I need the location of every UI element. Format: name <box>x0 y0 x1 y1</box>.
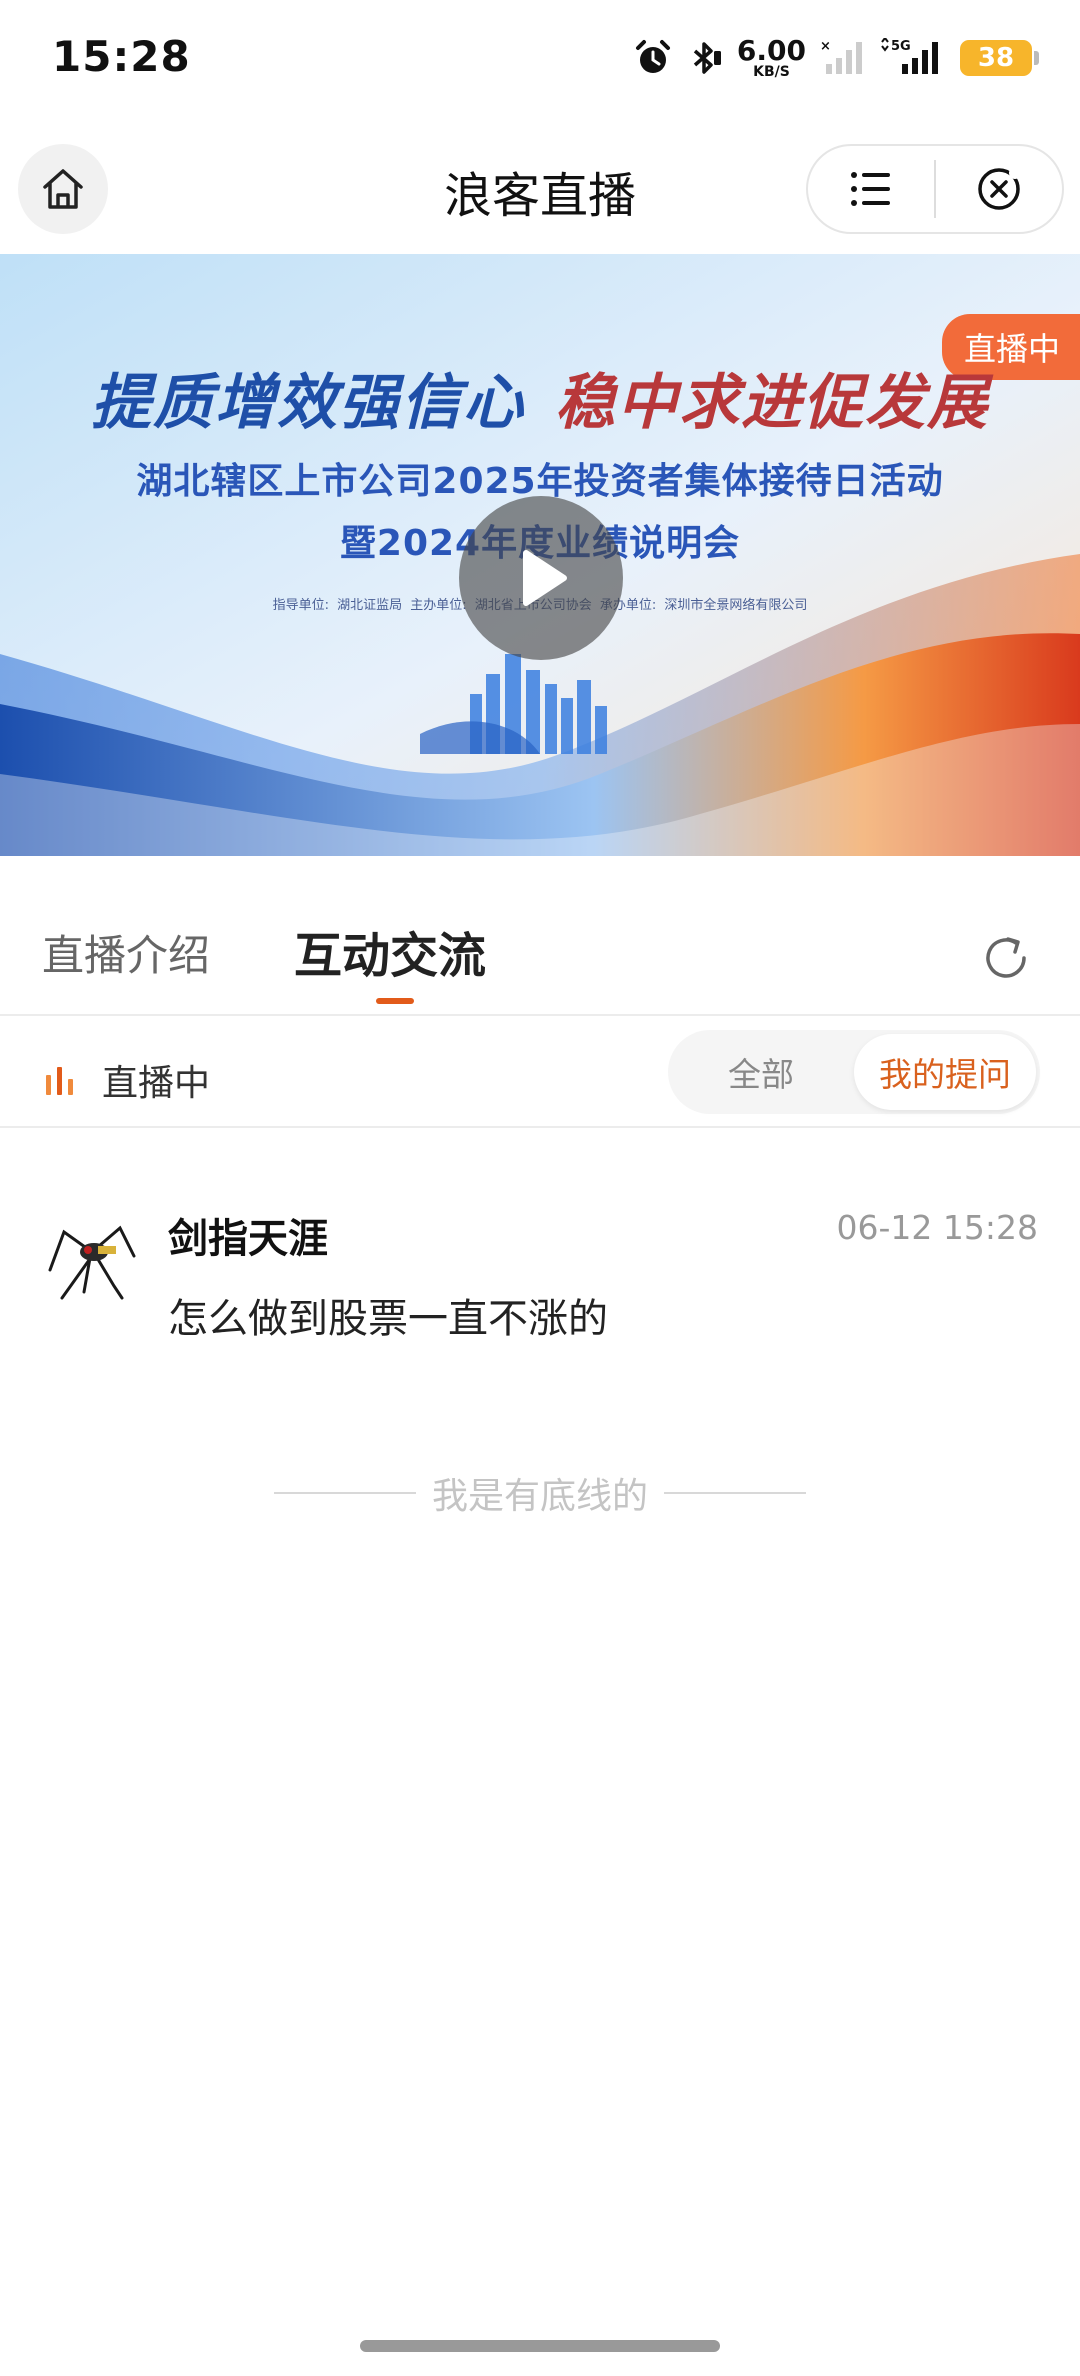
divider-left <box>273 1492 416 1494</box>
status-bar: 15:28 6.00 KB/S × 5G 38 <box>0 0 1080 118</box>
question-filter-segment: 全部 我的提问 <box>668 1030 1040 1114</box>
tab-live-intro[interactable]: 直播介绍 <box>42 922 210 983</box>
filter-all[interactable]: 全部 <box>668 1030 854 1114</box>
refresh-button[interactable] <box>976 928 1036 988</box>
message-timestamp: 06-12 15:28 <box>836 1208 1038 1247</box>
end-of-list-text: 我是有底线的 <box>431 1476 648 1517</box>
banner-slogan-part1: 提质增效强信心 <box>91 368 525 438</box>
battery-icon: 38 <box>960 40 1039 76</box>
end-of-list-divider: 我是有底线的 <box>0 1468 1080 1518</box>
filter-my-questions[interactable]: 我的提问 <box>854 1034 1036 1110</box>
list-icon <box>851 172 890 206</box>
close-circle-icon <box>978 167 1021 210</box>
nav-header: 浪客直播 <box>0 136 1080 240</box>
refresh-icon <box>986 937 1026 978</box>
list-item: 剑指天涯 06-12 15:28 怎么做到股票一直不涨的 <box>0 1186 1080 1346</box>
tab-interaction[interactable]: 互动交流 <box>294 916 486 986</box>
live-bars-icon <box>46 1067 73 1095</box>
message-username: 剑指天涯 <box>168 1216 328 1262</box>
live-video-banner[interactable]: 直播中 提质增效强信心 稳中求进促发展 湖北辖区上市公司2025年投资者集体接待日… <box>0 254 1080 856</box>
banner-slogan-part2: 稳中求进促发展 <box>555 368 989 438</box>
bluetooth-icon <box>693 42 721 74</box>
divider-right <box>664 1492 806 1494</box>
alarm-icon <box>635 40 670 73</box>
status-time: 15:28 <box>52 32 191 81</box>
capsule-menu <box>806 144 1064 234</box>
live-status: 直播中 <box>44 1054 210 1106</box>
svg-text:×: × <box>820 39 831 54</box>
network-label: 5G <box>891 39 911 54</box>
play-button[interactable] <box>459 496 623 660</box>
menu-button[interactable] <box>808 146 934 232</box>
message-text: 怎么做到股票一直不涨的 <box>168 1296 608 1342</box>
signal-5g-icon: 5G <box>881 38 938 74</box>
close-button[interactable] <box>936 146 1062 232</box>
network-speed-unit: KB/S <box>753 64 790 80</box>
content-tabs: 直播介绍 互动交流 <box>0 870 1080 1016</box>
status-icons: 6.00 KB/S × 5G 38 <box>633 30 1039 86</box>
home-indicator[interactable] <box>360 2340 720 2352</box>
network-speed: 6.00 KB/S <box>736 34 806 80</box>
banner-slogan: 提质增效强信心 稳中求进促发展 <box>0 354 1080 441</box>
battery-level: 38 <box>977 43 1015 73</box>
filter-row: 直播中 全部 我的提问 <box>0 1016 1080 1128</box>
signal-weak-icon: × <box>820 39 862 74</box>
network-speed-value: 6.00 <box>736 34 806 67</box>
play-icon <box>523 550 567 606</box>
active-tab-indicator <box>376 998 414 1004</box>
live-status-label: 直播中 <box>102 1063 211 1104</box>
avatar[interactable] <box>44 1212 140 1308</box>
